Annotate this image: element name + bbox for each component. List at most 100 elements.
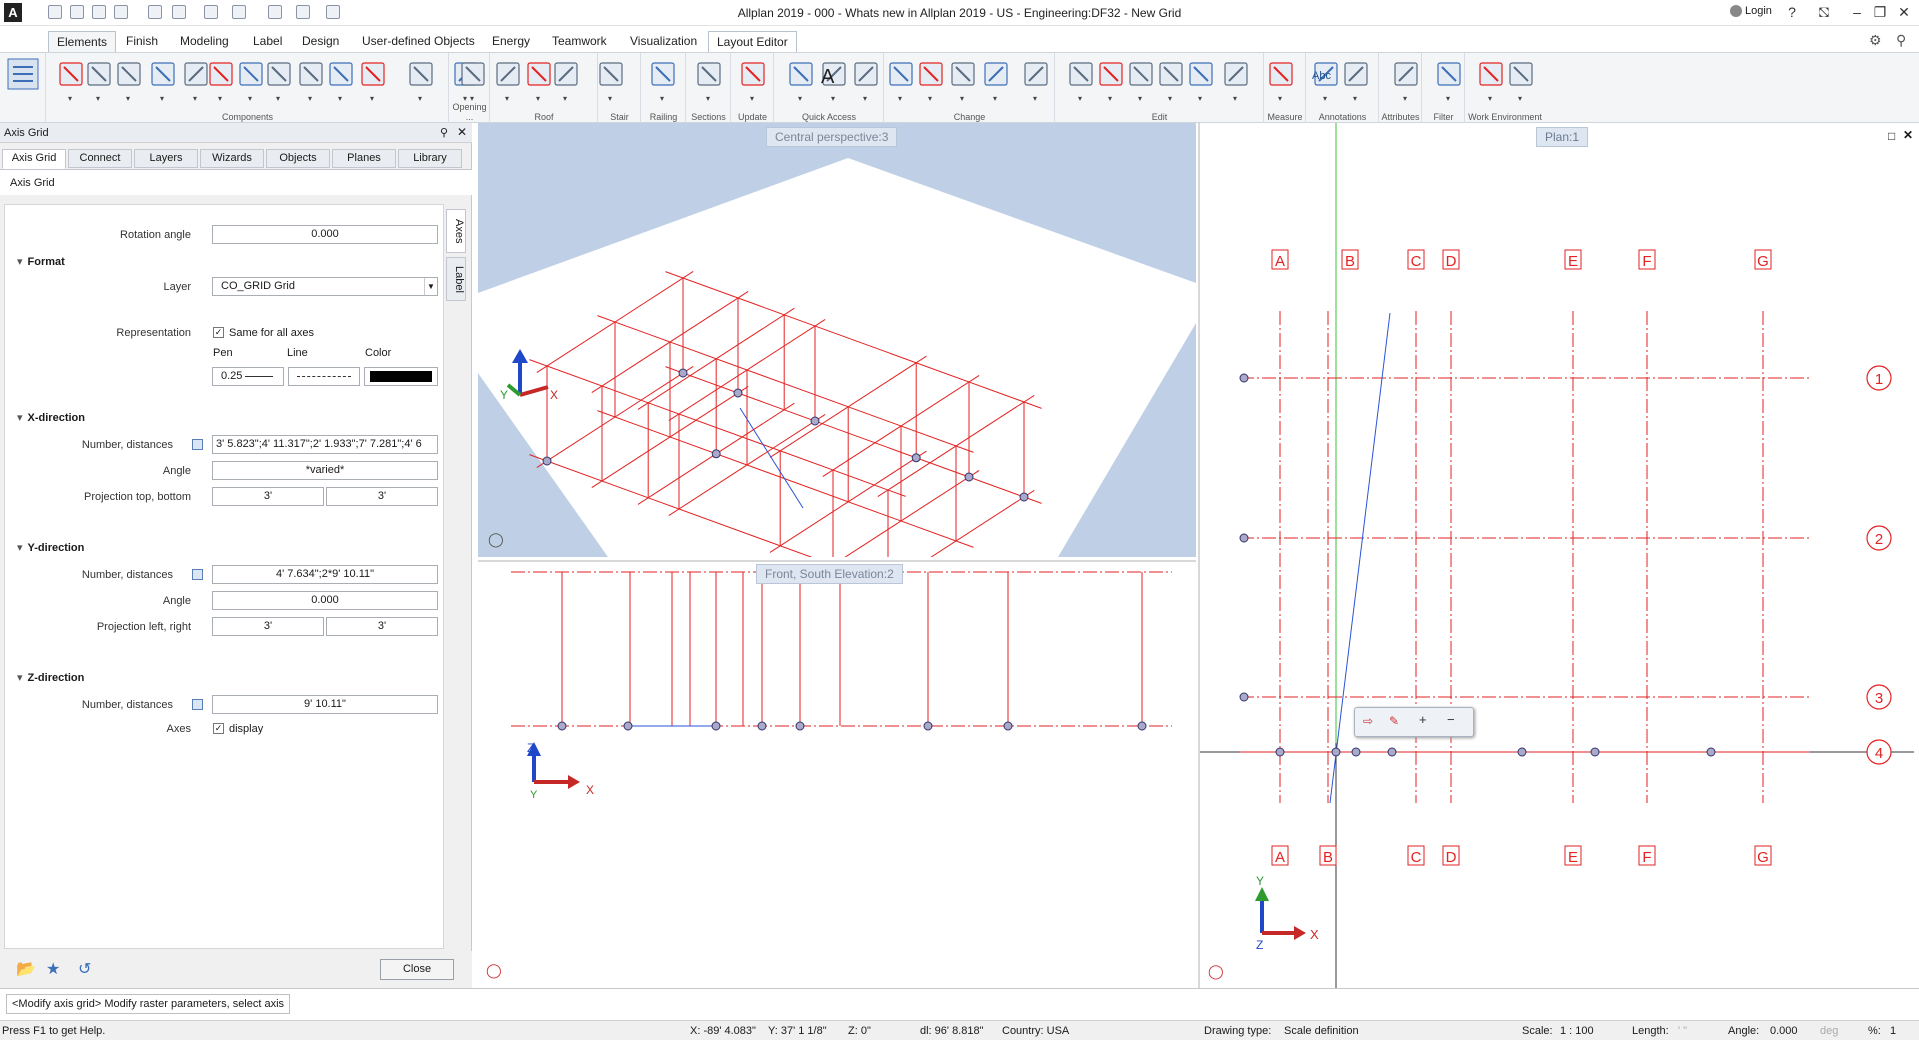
tab-modeling[interactable]: Modeling: [172, 31, 237, 53]
tab-design[interactable]: Design: [294, 31, 347, 53]
tab-connect[interactable]: Connect: [68, 149, 132, 168]
offset-axis-icon[interactable]: ⇨: [1363, 714, 1373, 728]
tab-finish[interactable]: Finish: [118, 31, 166, 53]
grid-node: [964, 472, 974, 482]
axes-display-checkbox[interactable]: ✓: [213, 723, 224, 734]
y-angle-field[interactable]: 0.000: [212, 591, 438, 610]
grid-node: [1275, 747, 1285, 757]
drawing-type-value[interactable]: Scale definition: [1284, 1025, 1359, 1037]
rotation-angle-field[interactable]: 0.000: [212, 225, 438, 244]
front-elevation-canvas[interactable]: X Z Y: [478, 562, 1196, 990]
delete-axis-icon[interactable]: −: [1447, 712, 1455, 727]
y-axis-label: Y: [1256, 874, 1264, 888]
length-value[interactable]: ' ": [1678, 1025, 1687, 1037]
format-section[interactable]: Format: [17, 255, 65, 268]
angle-value[interactable]: 0.000: [1770, 1025, 1798, 1037]
search-icon[interactable]: ⚲: [1896, 32, 1906, 49]
reset-icon[interactable]: ↺: [78, 959, 91, 979]
side-tab-axes[interactable]: Axes: [446, 209, 466, 253]
ribbon-dropdown-icon: ▾: [563, 94, 567, 103]
grid-node: [1517, 747, 1527, 757]
y-projection-right-field[interactable]: 3': [326, 617, 438, 636]
viewport-plan[interactable]: 1 2 3 4 A A B C C D D E E F F G G B X Y Z Plan:1 □ ✕ ⇨ ✎ + −…: [1198, 123, 1919, 988]
modify-axis-icon[interactable]: ✎: [1389, 714, 1399, 728]
side-tab-label[interactable]: Label: [446, 257, 466, 301]
navigation-icon[interactable]: ◯: [1208, 963, 1224, 980]
x-number-field[interactable]: 3' 5.823";4' 11.317";2' 1.933";7' 7.281"…: [212, 435, 438, 454]
same-for-all-checkbox[interactable]: ✓: [213, 327, 224, 338]
tab-teamwork[interactable]: Teamwork: [544, 31, 615, 53]
cart-icon[interactable]: ⛞: [1812, 2, 1836, 22]
x-direction-section[interactable]: X-direction: [17, 411, 85, 424]
login-link[interactable]: Login: [1745, 5, 1772, 17]
perspective-canvas[interactable]: XY: [478, 123, 1196, 557]
y-number-field[interactable]: 4' 7.634";2*9' 10.11": [212, 565, 438, 584]
axis-tag-bottom-label: F: [1642, 849, 1651, 866]
y-axis-label: Y: [530, 789, 538, 801]
ribbon-dropdown-icon: ▾: [68, 94, 72, 103]
z-number-field[interactable]: 9' 10.11": [212, 695, 438, 714]
line-field[interactable]: [288, 367, 360, 386]
add-axis-icon[interactable]: +: [1419, 712, 1427, 727]
gear-icon[interactable]: ⚙: [1869, 32, 1882, 49]
ribbon-dropdown-icon: ▾: [1078, 94, 1082, 103]
tab-layers[interactable]: Layers: [134, 149, 198, 168]
plan-canvas[interactable]: 1 2 3 4 A A B C C D D E E F F G G B X Y Z: [1200, 123, 1919, 988]
tab-library[interactable]: Library: [398, 149, 462, 168]
tab-visualization[interactable]: Visualization: [622, 31, 705, 53]
z-direction-section[interactable]: Z-direction: [17, 671, 85, 684]
percent-value[interactable]: 1: [1890, 1025, 1896, 1037]
menu-home-icon[interactable]: [8, 30, 38, 50]
minimize-icon[interactable]: –: [1845, 2, 1869, 22]
tab-energy[interactable]: Energy: [484, 31, 538, 53]
pen-field[interactable]: 0.25: [212, 367, 284, 386]
ribbon-dropdown-icon: ▾: [248, 94, 252, 103]
tab-planes[interactable]: Planes: [332, 149, 396, 168]
viewport-label-front: Front, South Elevation:2: [756, 564, 903, 584]
save-favorite-icon[interactable]: ★: [46, 959, 60, 979]
scale-value[interactable]: 1 : 100: [1560, 1025, 1594, 1037]
pen-label: Pen: [213, 347, 233, 359]
layer-select[interactable]: CO_GRID Grid: [212, 277, 438, 296]
axis-bubble-label: 2: [1875, 531, 1883, 548]
open-favorite-icon[interactable]: 📂: [16, 959, 36, 979]
tab-elements[interactable]: Elements: [48, 31, 117, 53]
help-icon[interactable]: ?: [1780, 2, 1804, 22]
close-button[interactable]: Close: [380, 959, 454, 980]
navigation-icon[interactable]: ◯: [486, 962, 502, 979]
tab-user-defined-objects[interactable]: User-defined Objects: [354, 31, 483, 53]
ground-plane: [478, 158, 1196, 557]
close-window-icon[interactable]: ✕: [1892, 2, 1916, 22]
x-angle-field[interactable]: *varied*: [212, 461, 438, 480]
y-direction-section[interactable]: Y-direction: [17, 541, 85, 554]
palette-close-icon[interactable]: ✕: [457, 125, 467, 139]
tab-axis-grid[interactable]: Axis Grid: [2, 149, 66, 169]
tab-layout-editor[interactable]: Layout Editor: [708, 31, 797, 53]
tab-objects[interactable]: Objects: [266, 149, 330, 168]
y-info-icon[interactable]: [192, 569, 203, 580]
grid-node: [1003, 721, 1013, 731]
grid-node: [757, 721, 767, 731]
x-info-icon[interactable]: [192, 439, 203, 450]
y-projection-left-field[interactable]: 3': [212, 617, 324, 636]
ribbon-dropdown-icon: ▾: [470, 94, 474, 103]
layer-dropdown-icon[interactable]: ▼: [424, 278, 437, 295]
x-projection-top-field[interactable]: 3': [212, 487, 324, 506]
y-axis-arrowhead: [1255, 887, 1269, 901]
color-field[interactable]: [364, 367, 438, 386]
axis-grid-form: Rotation angle 0.000 Format Layer CO_GRI…: [4, 204, 444, 949]
line-label: Line: [287, 347, 308, 359]
pin-icon[interactable]: ⚲: [440, 126, 448, 139]
viewport-front-elevation[interactable]: X Z Y Front, South Elevation:2 ◯: [478, 560, 1196, 988]
ribbon-icons[interactable]: ▾ ▾ ▾ ▾ ▾ ▾ ▾ ▾ ▾ ▾ ▾ ▾ ▾ ▾ ▾ ▾ ▾ ▾ ▾ ▾ ▾ ▾ ▾ ▾ ▾ ▾ ▾ ▾ ▾ ▾ ▾ ▾ ▾ ▾ ▾ ▾ ▾ ▾ ▾ ▾…: [0, 53, 1919, 123]
close-viewport-icon[interactable]: ✕: [1903, 128, 1913, 142]
navigation-icon[interactable]: ◯: [488, 531, 504, 548]
z-info-icon[interactable]: [192, 699, 203, 710]
restore-icon[interactable]: ❐: [1868, 2, 1892, 22]
maximize-viewport-icon[interactable]: □: [1888, 129, 1895, 143]
y-projection-label: Projection left, right: [96, 621, 191, 633]
tab-label[interactable]: Label: [245, 31, 290, 53]
tab-wizards[interactable]: Wizards: [200, 149, 264, 168]
viewport-perspective[interactable]: XY Central perspective:3 ◯: [478, 123, 1196, 557]
x-projection-bottom-field[interactable]: 3': [326, 487, 438, 506]
